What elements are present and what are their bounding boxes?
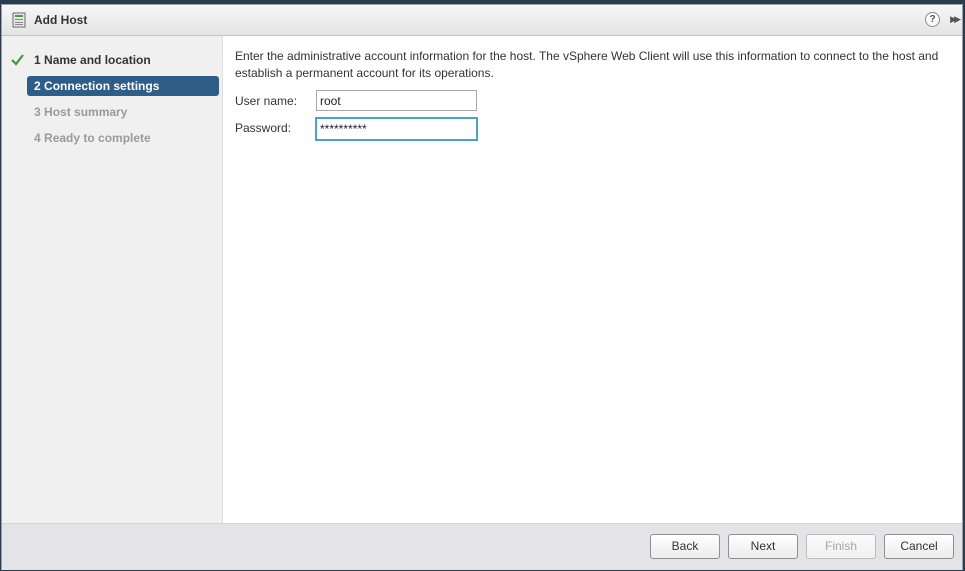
dialog-footer: Back Next Finish Cancel [2, 523, 962, 570]
password-label: Password: [235, 121, 292, 135]
wizard-step-name-and-location[interactable]: 1 Name and location [27, 50, 219, 70]
back-button[interactable]: Back [650, 534, 720, 559]
step-label: Host summary [44, 105, 128, 119]
wizard-step-connection-settings[interactable]: 2 Connection settings [27, 76, 219, 96]
step-label: Name and location [44, 53, 151, 67]
instructions-text: Enter the administrative account informa… [235, 49, 939, 80]
wizard-steps-sidebar: 1 Name and location 2 Connection setting… [2, 36, 223, 523]
host-icon [12, 12, 26, 28]
step-label: Connection settings [44, 79, 160, 93]
next-button[interactable]: Next [728, 534, 798, 559]
help-icon[interactable]: ? [925, 12, 940, 27]
step-number: 1 [34, 53, 41, 67]
wizard-content: Enter the administrative account informa… [223, 36, 962, 523]
check-icon [11, 54, 24, 66]
wizard-step-ready-to-complete: 4 Ready to complete [27, 128, 219, 148]
dialog-titlebar: Add Host ? ▶▶ [2, 5, 962, 36]
step-number: 4 [34, 131, 41, 145]
step-number: 3 [34, 105, 41, 119]
wizard-step-host-summary: 3 Host summary [27, 102, 219, 122]
dialog-title: Add Host [34, 13, 88, 27]
step-number: 2 [34, 79, 41, 93]
step-label: Ready to complete [44, 131, 151, 145]
username-input[interactable] [316, 90, 477, 111]
finish-button: Finish [806, 534, 876, 559]
cancel-button[interactable]: Cancel [884, 534, 954, 559]
add-host-dialog: Add Host ? ▶▶ 1 Name and location 2 Conn… [1, 4, 963, 570]
expand-icon[interactable]: ▶▶ [950, 14, 961, 25]
username-label: User name: [235, 94, 298, 108]
password-input[interactable] [315, 117, 478, 141]
